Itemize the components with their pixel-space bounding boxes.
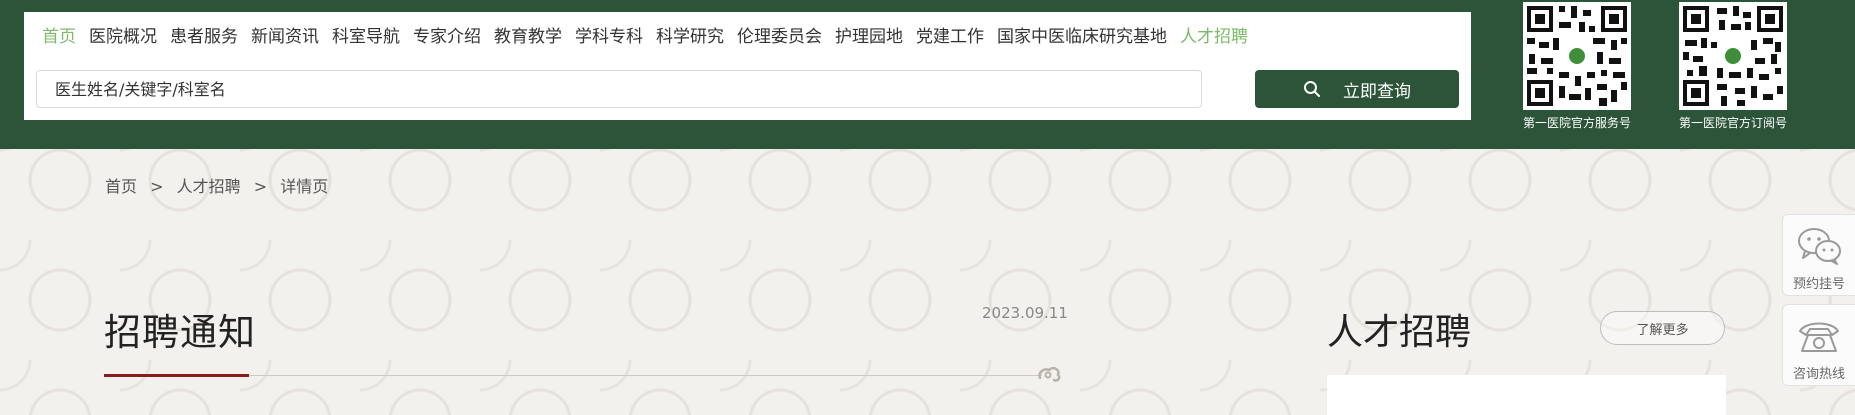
hotline-button[interactable]: 咨询热线: [1782, 304, 1855, 386]
nav-item-nursing[interactable]: 护理园地: [835, 26, 903, 48]
hotline-label: 咨询热线: [1792, 367, 1845, 382]
main-nav: 首页 医院概况 患者服务 新闻资讯 科室导航 专家介绍 教育教学 学科专科 科学…: [42, 26, 1261, 48]
nav-item-recruitment[interactable]: 人才招聘: [1180, 26, 1248, 48]
nav-panel: 首页 医院概况 患者服务 新闻资讯 科室导航 专家介绍 教育教学 学科专科 科学…: [24, 12, 1471, 120]
search-button-label: 立即查询: [1343, 81, 1411, 102]
article-date: 2023.09.11: [982, 304, 1068, 322]
nav-item-tcm-research-base[interactable]: 国家中医临床研究基地: [997, 26, 1167, 48]
title-accent-line: [104, 374, 249, 377]
qr-service-account: 第一医院官方服务号: [1521, 2, 1633, 131]
nav-item-news[interactable]: 新闻资讯: [251, 26, 319, 48]
nav-item-disciplines[interactable]: 学科专科: [575, 26, 643, 48]
sidebar-card: [1327, 375, 1726, 415]
article-title: 招聘通知: [104, 311, 256, 354]
breadcrumb-separator: >: [150, 177, 164, 196]
header-bar: 首页 医院概况 患者服务 新闻资讯 科室导航 专家介绍 教育教学 学科专科 科学…: [0, 0, 1855, 149]
nav-item-home[interactable]: 首页: [42, 26, 76, 48]
sidebar-title: 人才招聘: [1327, 312, 1472, 353]
qr-code-image: [1679, 2, 1787, 110]
nav-item-research[interactable]: 科学研究: [656, 26, 724, 48]
learn-more-button[interactable]: 了解更多: [1600, 311, 1725, 345]
qr-caption: 第一医院官方服务号: [1522, 116, 1631, 130]
breadcrumb: 首页 > 人才招聘 > 详情页: [105, 173, 336, 197]
nav-item-experts[interactable]: 专家介绍: [413, 26, 481, 48]
wechat-icon: [1798, 228, 1841, 265]
search-input[interactable]: [36, 70, 1202, 108]
nav-item-patient-services[interactable]: 患者服务: [170, 26, 238, 48]
nav-item-party-building[interactable]: 党建工作: [916, 26, 984, 48]
appointment-label: 预约挂号: [1792, 277, 1845, 292]
cloud-ornament-icon: [1038, 366, 1061, 382]
phone-icon: [1799, 322, 1839, 352]
qr-subscription-account: 第一医院官方订阅号: [1677, 2, 1789, 131]
wechat-logo-icon: [1567, 46, 1587, 66]
breadcrumb-current: 详情页: [280, 177, 329, 196]
search-button[interactable]: 立即查询: [1255, 70, 1459, 108]
breadcrumb-home[interactable]: 首页: [105, 177, 137, 196]
qr-caption: 第一医院官方订阅号: [1678, 116, 1787, 130]
nav-item-departments[interactable]: 科室导航: [332, 26, 400, 48]
appointment-button[interactable]: 预约挂号: [1782, 214, 1855, 296]
qr-code-image: [1523, 2, 1631, 110]
wechat-logo-icon: [1723, 46, 1743, 66]
nav-item-education[interactable]: 教育教学: [494, 26, 562, 48]
nav-item-hospital-overview[interactable]: 医院概况: [89, 26, 157, 48]
breadcrumb-recruitment[interactable]: 人才招聘: [177, 177, 241, 196]
floating-toolbar: 预约挂号 咨询热线: [1782, 214, 1855, 394]
breadcrumb-separator: >: [253, 177, 268, 196]
nav-item-ethics-committee[interactable]: 伦理委员会: [737, 26, 822, 48]
search-icon: [1304, 81, 1320, 97]
